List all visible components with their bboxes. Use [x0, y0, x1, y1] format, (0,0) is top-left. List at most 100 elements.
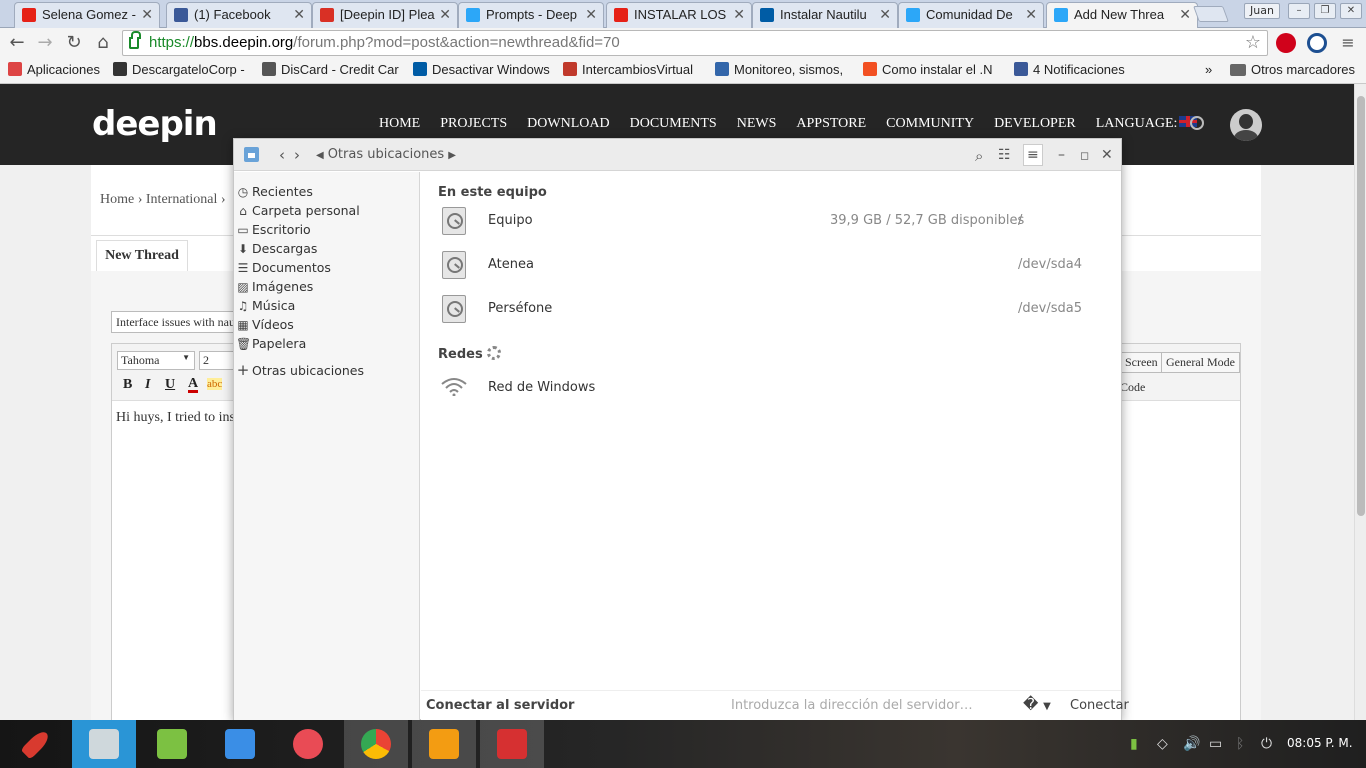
bookmark-item[interactable]: DescargateloCorp - [113, 62, 245, 77]
close-tab-icon[interactable]: ✕ [141, 6, 153, 23]
font-family-select[interactable]: Tahoma ▼ [117, 351, 195, 370]
general-mode-button[interactable]: General Mode [1161, 352, 1240, 373]
minimize-icon[interactable]: – [1058, 147, 1065, 163]
back-arrow-icon[interactable]: ← [6, 32, 28, 54]
breadcrumb-home[interactable]: Home [100, 192, 134, 207]
drive-row[interactable]: Perséfone/dev/sda5 [421, 292, 1121, 336]
highlight-button[interactable]: abc [207, 378, 223, 390]
taskbar-app[interactable] [480, 720, 544, 768]
profile-button[interactable]: Juan [1244, 3, 1280, 19]
sidebar-item-desktop[interactable]: ▭ Escritorio [236, 222, 310, 241]
sidebar-item-video[interactable]: ▦ Vídeos [236, 317, 293, 336]
menu-icon[interactable]: ≡ [1023, 144, 1043, 166]
bookmark-item[interactable]: DisCard - Credit Car [262, 62, 399, 77]
nav-item-appstore[interactable]: APPSTORE [796, 116, 866, 131]
close-tab-icon[interactable]: ✕ [1179, 6, 1191, 23]
italic-button[interactable]: I [145, 377, 150, 393]
bookmark-item[interactable]: 4 Notificaciones [1014, 62, 1125, 77]
close-tab-icon[interactable]: ✕ [585, 6, 597, 23]
taskbar-app[interactable] [72, 720, 136, 768]
clock[interactable]: 08:05 P. M. [1287, 736, 1353, 750]
fullscreen-button[interactable]: Screen [1120, 352, 1163, 373]
network-row[interactable]: Red de Windows [421, 371, 1121, 415]
tab-2[interactable]: (1) Facebook ✕ [166, 2, 312, 28]
sidebar-item-document[interactable]: ☰ Documentos [236, 260, 331, 279]
path-current[interactable]: Otras ubicaciones [328, 147, 445, 162]
tab-6[interactable]: Instalar Nautilu ✕ [752, 2, 898, 28]
scrollbar-thumb[interactable] [1357, 96, 1365, 516]
volume-icon[interactable]: 🔊 [1183, 736, 1200, 752]
taskbar-app[interactable] [412, 720, 476, 768]
sidebar-item-image[interactable]: ▨ Imágenes [236, 279, 313, 298]
search-icon[interactable]: ⌕ [975, 147, 983, 165]
sidebar-item-trash[interactable]: 🗑Papelera [236, 336, 306, 355]
breadcrumb-international[interactable]: International [146, 192, 218, 207]
wifi-tray-icon[interactable]: ◇ [1157, 736, 1168, 752]
taskbar-app[interactable] [344, 720, 408, 768]
taskbar-app[interactable] [276, 720, 340, 768]
nav-item-home[interactable]: HOME [379, 116, 420, 131]
display-icon[interactable]: ▭ [1209, 736, 1222, 752]
tab-4[interactable]: Prompts - Deep ✕ [458, 2, 604, 28]
drive-row[interactable]: Atenea/dev/sda4 [421, 248, 1121, 292]
tab-5[interactable]: INSTALAR LOS E ✕ [606, 2, 752, 28]
tab-7[interactable]: Comunidad De ✕ [898, 2, 1044, 28]
sidebar-item-download[interactable]: ⬇ Descargas [236, 241, 317, 260]
nav-item-documents[interactable]: DOCUMENTS [630, 116, 717, 131]
maximize-icon[interactable]: ◻ [1080, 149, 1089, 162]
bookmark-item[interactable]: Aplicaciones [8, 62, 100, 77]
bold-button[interactable]: B [123, 377, 132, 393]
close-tab-icon[interactable]: ✕ [733, 6, 745, 23]
bluetooth-icon[interactable]: ᛒ [1236, 736, 1244, 752]
sidebar-item-clock[interactable]: ◷ Recientes [236, 184, 313, 203]
power-icon[interactable]: ⏻ [1261, 736, 1272, 752]
close-tab-icon[interactable]: ✕ [1025, 6, 1037, 23]
taskbar-app[interactable] [208, 720, 272, 768]
opera-extension-icon[interactable] [1276, 33, 1296, 53]
underline-button[interactable]: U [165, 377, 175, 393]
page-scrollbar[interactable] [1354, 84, 1366, 720]
nav-item-news[interactable]: NEWS [737, 116, 777, 131]
close-tab-icon[interactable]: ✕ [439, 6, 451, 23]
minimize-window-icon[interactable]: – [1288, 3, 1310, 19]
code-button[interactable]: Code [1120, 380, 1145, 395]
sidebar-item-other-locations[interactable]: + Otras ubicaciones [236, 361, 364, 380]
nav-item-projects[interactable]: PROJECTS [440, 116, 507, 131]
adblock-extension-icon[interactable] [1307, 33, 1327, 53]
close-tab-icon[interactable]: ✕ [879, 6, 891, 23]
close-icon[interactable]: ✕ [1101, 147, 1113, 163]
bookmark-star-icon[interactable]: ☆ [1245, 32, 1261, 53]
nav-item-community[interactable]: COMMUNITY [886, 116, 974, 131]
sidebar-item-home[interactable]: ⌂ Carpeta personal [236, 203, 359, 222]
nav-item-language[interactable]: LANGUAGE: [1096, 116, 1178, 131]
list-view-icon[interactable]: ☷ [998, 147, 1011, 163]
drive-row[interactable]: Equipo 39,9 GB / 52,7 GB disponibles / [421, 204, 1121, 248]
bookmark-item[interactable]: IntercambiosVirtual [563, 62, 693, 77]
server-address-input[interactable]: Introduzca la dirección del servidor… [731, 698, 1011, 713]
address-bar[interactable]: https://bbs.deepin.org/forum.php?mod=pos… [122, 30, 1268, 56]
nav-item-download[interactable]: DOWNLOAD [527, 116, 609, 131]
forward-chevron-icon[interactable]: › [294, 146, 300, 164]
nav-item-developer[interactable]: DEVELOPER [994, 116, 1076, 131]
search-icon[interactable] [1190, 116, 1204, 130]
deepin-logo[interactable]: deepin [92, 104, 218, 144]
tab-new-thread[interactable]: New Thread [96, 240, 188, 271]
editor-body-text[interactable]: Hi huys, I tried to ins [116, 410, 235, 426]
battery-icon[interactable]: ▮ [1130, 736, 1138, 752]
tab-3[interactable]: [Deepin ID] Plea ✕ [312, 2, 458, 28]
back-chevron-icon[interactable]: ‹ [279, 146, 285, 164]
bookmarks-overflow[interactable]: » [1205, 62, 1212, 77]
chrome-menu-icon[interactable]: ≡ [1337, 32, 1359, 54]
maximize-window-icon[interactable]: ❐ [1314, 3, 1336, 19]
font-color-button[interactable]: A [188, 377, 199, 393]
taskbar-app[interactable] [4, 720, 68, 768]
taskbar-app[interactable] [140, 720, 204, 768]
home-icon[interactable]: ⌂ [92, 32, 114, 54]
sidebar-item-music[interactable]: ♫ Música [236, 298, 296, 317]
path-left-arrow-icon[interactable]: ◀ [316, 150, 324, 161]
connect-button[interactable]: Conectar [1070, 698, 1129, 713]
tab-8[interactable]: Add New Threa ✕ [1046, 2, 1198, 29]
tab-1[interactable]: Selena Gomez - ✕ [14, 2, 160, 28]
reload-icon[interactable]: ↻ [63, 32, 85, 54]
bookmark-item[interactable]: Como instalar el .N [863, 62, 993, 77]
